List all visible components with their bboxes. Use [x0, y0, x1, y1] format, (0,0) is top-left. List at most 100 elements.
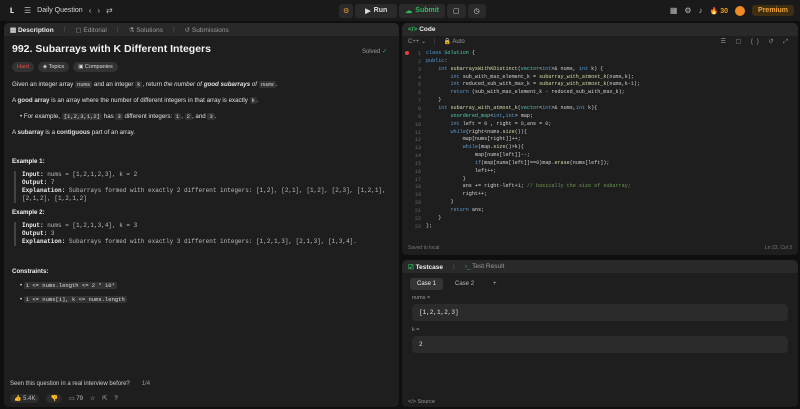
- mode-toggle[interactable]: 🔒 Auto: [444, 38, 465, 45]
- timer-icon: ◷: [473, 7, 480, 15]
- play-icon: ▶: [365, 7, 371, 15]
- settings-icon[interactable]: ⚙: [684, 6, 691, 16]
- line-number: 10: [414, 121, 421, 128]
- submit-button[interactable]: ☁ Submit: [399, 3, 446, 18]
- list-icon[interactable]: ☰: [24, 6, 31, 16]
- line-number: 11: [414, 129, 421, 136]
- line-number: 2: [417, 58, 421, 65]
- add-case-button[interactable]: +: [486, 278, 504, 290]
- bug-icon: ⚙: [343, 7, 350, 15]
- code-line[interactable]: class Solution {: [426, 50, 475, 56]
- description-bullet: • For example, [1,2,3,1,2] has 3 differe…: [20, 113, 217, 120]
- interview-question[interactable]: Seen this question in a real interview b…: [10, 381, 150, 387]
- description-paragraph-3: A subarray is a contiguous part of an ar…: [12, 129, 136, 136]
- terminal-icon: ›_: [464, 263, 471, 270]
- code-line[interactable]: }: [426, 215, 441, 221]
- code-line[interactable]: int sub_with_max_element_k = subarray_wi…: [426, 74, 633, 80]
- code-line[interactable]: return ans;: [426, 207, 484, 213]
- nums-input[interactable]: [1,2,1,2,3]: [412, 304, 788, 321]
- code-line[interactable]: }: [426, 176, 466, 182]
- like-button[interactable]: 👍 5.4K: [10, 394, 40, 403]
- constraint-2: • 1 <= nums[i], k <= nums.length: [20, 296, 127, 303]
- problem-list-link[interactable]: Daily Question: [37, 7, 83, 14]
- layout-icon[interactable]: ▦: [670, 6, 678, 16]
- check-icon: ✓: [381, 49, 387, 55]
- logo-icon[interactable]: ʟ: [6, 5, 18, 17]
- line-number: 12: [414, 137, 421, 144]
- star-icon[interactable]: ☆: [90, 395, 95, 402]
- source-button[interactable]: </> Source: [408, 399, 435, 405]
- debug-button[interactable]: ⚙: [339, 3, 354, 18]
- code-line[interactable]: if(map[nums[left]]==0)map.erase(nums[lef…: [426, 160, 610, 166]
- companies-tag[interactable]: ▣ Companies: [73, 62, 118, 72]
- editor-actions[interactable]: ☰ ▢ {} ↺ ⤢: [720, 38, 792, 46]
- language-select[interactable]: C++ ⌄: [408, 38, 426, 45]
- problem-footer: Seen this question in a real interview b…: [4, 377, 399, 407]
- save-status: Saved to local: [408, 245, 440, 251]
- line-number: 6: [417, 90, 421, 97]
- code-line[interactable]: left++;: [426, 168, 496, 174]
- code-line[interactable]: ans += right-left+1; // basically the si…: [426, 183, 631, 189]
- case-1-tab[interactable]: Case 1: [410, 278, 444, 290]
- help-icon[interactable]: ?: [114, 396, 117, 402]
- code-line[interactable]: while(right<nums.size()){: [426, 129, 526, 135]
- line-number: 16: [414, 168, 421, 175]
- code-line[interactable]: right++;: [426, 191, 487, 197]
- testcase-panel: ☑ Testcase | ›_ Test Result Case 1 Case …: [402, 260, 798, 407]
- tab-description[interactable]: ▤ Description: [10, 26, 54, 34]
- line-number: 22: [414, 215, 421, 222]
- line-number: 14: [414, 153, 421, 160]
- code-line[interactable]: while(map.size()>k){: [426, 144, 524, 150]
- constraint-1: • 1 <= nums.length <= 2 * 10⁴: [20, 282, 117, 289]
- share-icon[interactable]: ⇱: [102, 395, 107, 402]
- code-line[interactable]: int subarray_with_atmost_k(vector<int>& …: [426, 105, 597, 111]
- code-line[interactable]: map[nums[right]]++;: [426, 136, 521, 142]
- tab-solutions[interactable]: ⚗ Solutions: [129, 26, 163, 34]
- next-icon[interactable]: ›: [97, 6, 100, 16]
- tab-test-result[interactable]: ›_ Test Result: [465, 263, 505, 270]
- problem-title: 992. Subarrays with K Different Integers: [12, 43, 211, 55]
- case-2-tab[interactable]: Case 2: [448, 278, 481, 290]
- tab-testcase[interactable]: ☑ Testcase: [408, 263, 443, 271]
- avatar[interactable]: [735, 5, 746, 16]
- example-2-title: Example 2:: [12, 209, 45, 216]
- comments-button[interactable]: ▭ 79: [69, 395, 83, 402]
- line-number: 7: [417, 98, 421, 105]
- bell-icon[interactable]: ♪: [699, 6, 703, 16]
- premium-button[interactable]: Premium: [752, 5, 794, 16]
- line-number: 20: [414, 200, 421, 207]
- k-label: k =: [412, 327, 420, 333]
- dislike-button[interactable]: 👎: [46, 394, 62, 403]
- k-input[interactable]: 2: [412, 336, 788, 353]
- streak-counter[interactable]: 🔥 30: [710, 7, 728, 15]
- line-number: 9: [417, 113, 421, 120]
- line-number: 1: [417, 51, 421, 57]
- constraints-title: Constraints:: [12, 268, 49, 275]
- code-line[interactable]: return (sub_with_max_element_k - reduced…: [426, 89, 624, 95]
- notes-button[interactable]: ▢: [447, 3, 466, 18]
- code-editor[interactable]: 1 class Solution {2 public: 3 int subarrays…: [402, 50, 798, 240]
- run-button[interactable]: ▶ Run: [355, 3, 398, 18]
- code-line[interactable]: public:: [426, 58, 447, 64]
- code-line[interactable]: map[nums[left]]--;: [426, 152, 530, 158]
- tab-code[interactable]: </> Code: [408, 26, 435, 33]
- tab-submissions[interactable]: ↺ Submissions: [185, 26, 229, 34]
- code-line[interactable]: };: [426, 223, 432, 229]
- timer-button[interactable]: ◷: [467, 3, 486, 18]
- code-line[interactable]: int reduced_sub_with_max_k = subarray_wi…: [426, 81, 640, 87]
- code-line[interactable]: unordered_map<int,int> map;: [426, 113, 533, 119]
- code-line[interactable]: int subarraysWithKDistinct(vector<int>& …: [426, 66, 603, 72]
- code-line[interactable]: }: [426, 199, 453, 205]
- topics-tag[interactable]: ◈ Topics: [37, 62, 70, 72]
- shuffle-icon[interactable]: ⇄: [106, 6, 113, 16]
- difficulty-badge[interactable]: Hard: [12, 62, 34, 72]
- line-number: 17: [414, 176, 421, 183]
- prev-icon[interactable]: ‹: [89, 6, 92, 16]
- editor-toolbar: C++ ⌄ | 🔒 Auto ☰ ▢ {} ↺ ⤢: [408, 38, 792, 46]
- description-paragraph-1: Given an integer array nums and an integ…: [12, 81, 278, 88]
- line-number: 18: [414, 184, 421, 191]
- code-line[interactable]: }: [426, 97, 441, 103]
- top-bar: ʟ ☰ Daily Question ‹ › ⇄ ⚙ ▶ Run ☁ Submit …: [0, 0, 800, 21]
- code-line[interactable]: int left = 0 , right = 0,ans = 0;: [426, 121, 551, 127]
- tab-editorial[interactable]: ▢ Editorial: [75, 26, 106, 34]
